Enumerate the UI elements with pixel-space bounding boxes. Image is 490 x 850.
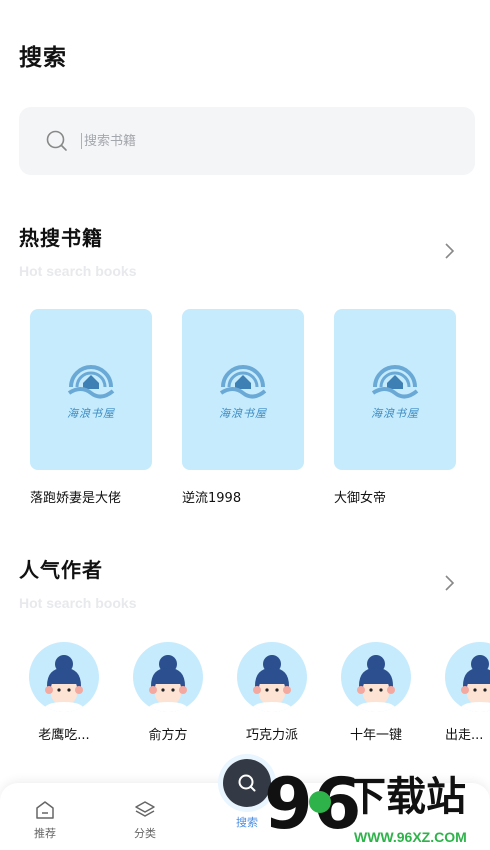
author-name: 十年一键 <box>349 728 402 743</box>
author-card[interactable]: 十年一键 <box>341 642 411 743</box>
site-watermark-logo: 96 下载站 WWW.96XZ.COM <box>264 763 467 845</box>
search-icon <box>238 774 256 792</box>
author-name: 俞方方 <box>148 728 188 743</box>
tab-home[interactable]: 推荐 <box>20 799 70 841</box>
popular-authors-more-chevron-icon[interactable] <box>442 573 456 593</box>
popular-authors-title: 人气作者 <box>19 558 103 582</box>
avatar-girl-icon <box>43 655 85 712</box>
avatar-girl-icon <box>459 655 490 712</box>
page-title: 搜索 <box>19 45 67 71</box>
book-card[interactable]: 海浪书屋 大御女帝 <box>334 309 456 506</box>
avatar-girl-icon <box>355 655 397 712</box>
avatar <box>341 642 411 712</box>
author-card[interactable]: 出走... <box>445 642 490 743</box>
author-name: 出走... <box>445 728 484 743</box>
book-title: 逆流1998 <box>182 491 242 506</box>
author-card[interactable]: 俞方方 <box>133 642 203 743</box>
cover-logo-text: 海浪书屋 <box>371 406 419 420</box>
avatar <box>29 642 99 712</box>
search-input[interactable] <box>81 133 381 149</box>
author-card[interactable]: 巧克力派 <box>237 642 307 743</box>
book-cover: 海浪书屋 <box>182 309 304 470</box>
avatar <box>133 642 203 712</box>
cover-logo-text: 海浪书屋 <box>219 406 267 420</box>
avatar-girl-icon <box>251 655 293 712</box>
avatar <box>237 642 307 712</box>
cover-logo-text: 海浪书屋 <box>67 406 115 420</box>
hot-books-title: 热搜书籍 <box>19 226 103 250</box>
watermark-url: WWW.96XZ.COM <box>354 829 467 845</box>
tab-category[interactable]: 分类 <box>120 799 170 841</box>
search-icon <box>46 130 67 151</box>
wave-house-logo-icon <box>371 364 419 398</box>
hot-books-subtitle: Hot search books <box>19 263 137 279</box>
watermark-brand: 下载站 <box>346 774 466 820</box>
search-bar[interactable] <box>19 107 475 175</box>
author-card[interactable]: 老鹰吃... <box>29 642 99 743</box>
avatar-girl-icon <box>147 655 189 712</box>
tab-category-label: 分类 <box>134 827 156 840</box>
tab-home-label: 推荐 <box>34 827 56 840</box>
layers-icon <box>135 801 155 817</box>
home-icon <box>36 801 54 819</box>
avatar <box>445 642 490 712</box>
author-name: 巧克力派 <box>245 728 298 743</box>
book-cover: 海浪书屋 <box>334 309 456 470</box>
book-card[interactable]: 海浪书屋 落跑娇妻是大佬 <box>30 309 152 506</box>
book-cover: 海浪书屋 <box>30 309 152 470</box>
wave-house-logo-icon <box>219 364 267 398</box>
author-name: 老鹰吃... <box>38 728 90 743</box>
wave-house-logo-icon <box>67 364 115 398</box>
popular-authors-subtitle: Hot search books <box>19 595 137 611</box>
book-card[interactable]: 海浪书屋 逆流1998 <box>182 309 304 506</box>
book-title: 落跑娇妻是大佬 <box>30 491 122 506</box>
book-title: 大御女帝 <box>334 491 387 506</box>
hot-books-more-chevron-icon[interactable] <box>442 241 456 261</box>
